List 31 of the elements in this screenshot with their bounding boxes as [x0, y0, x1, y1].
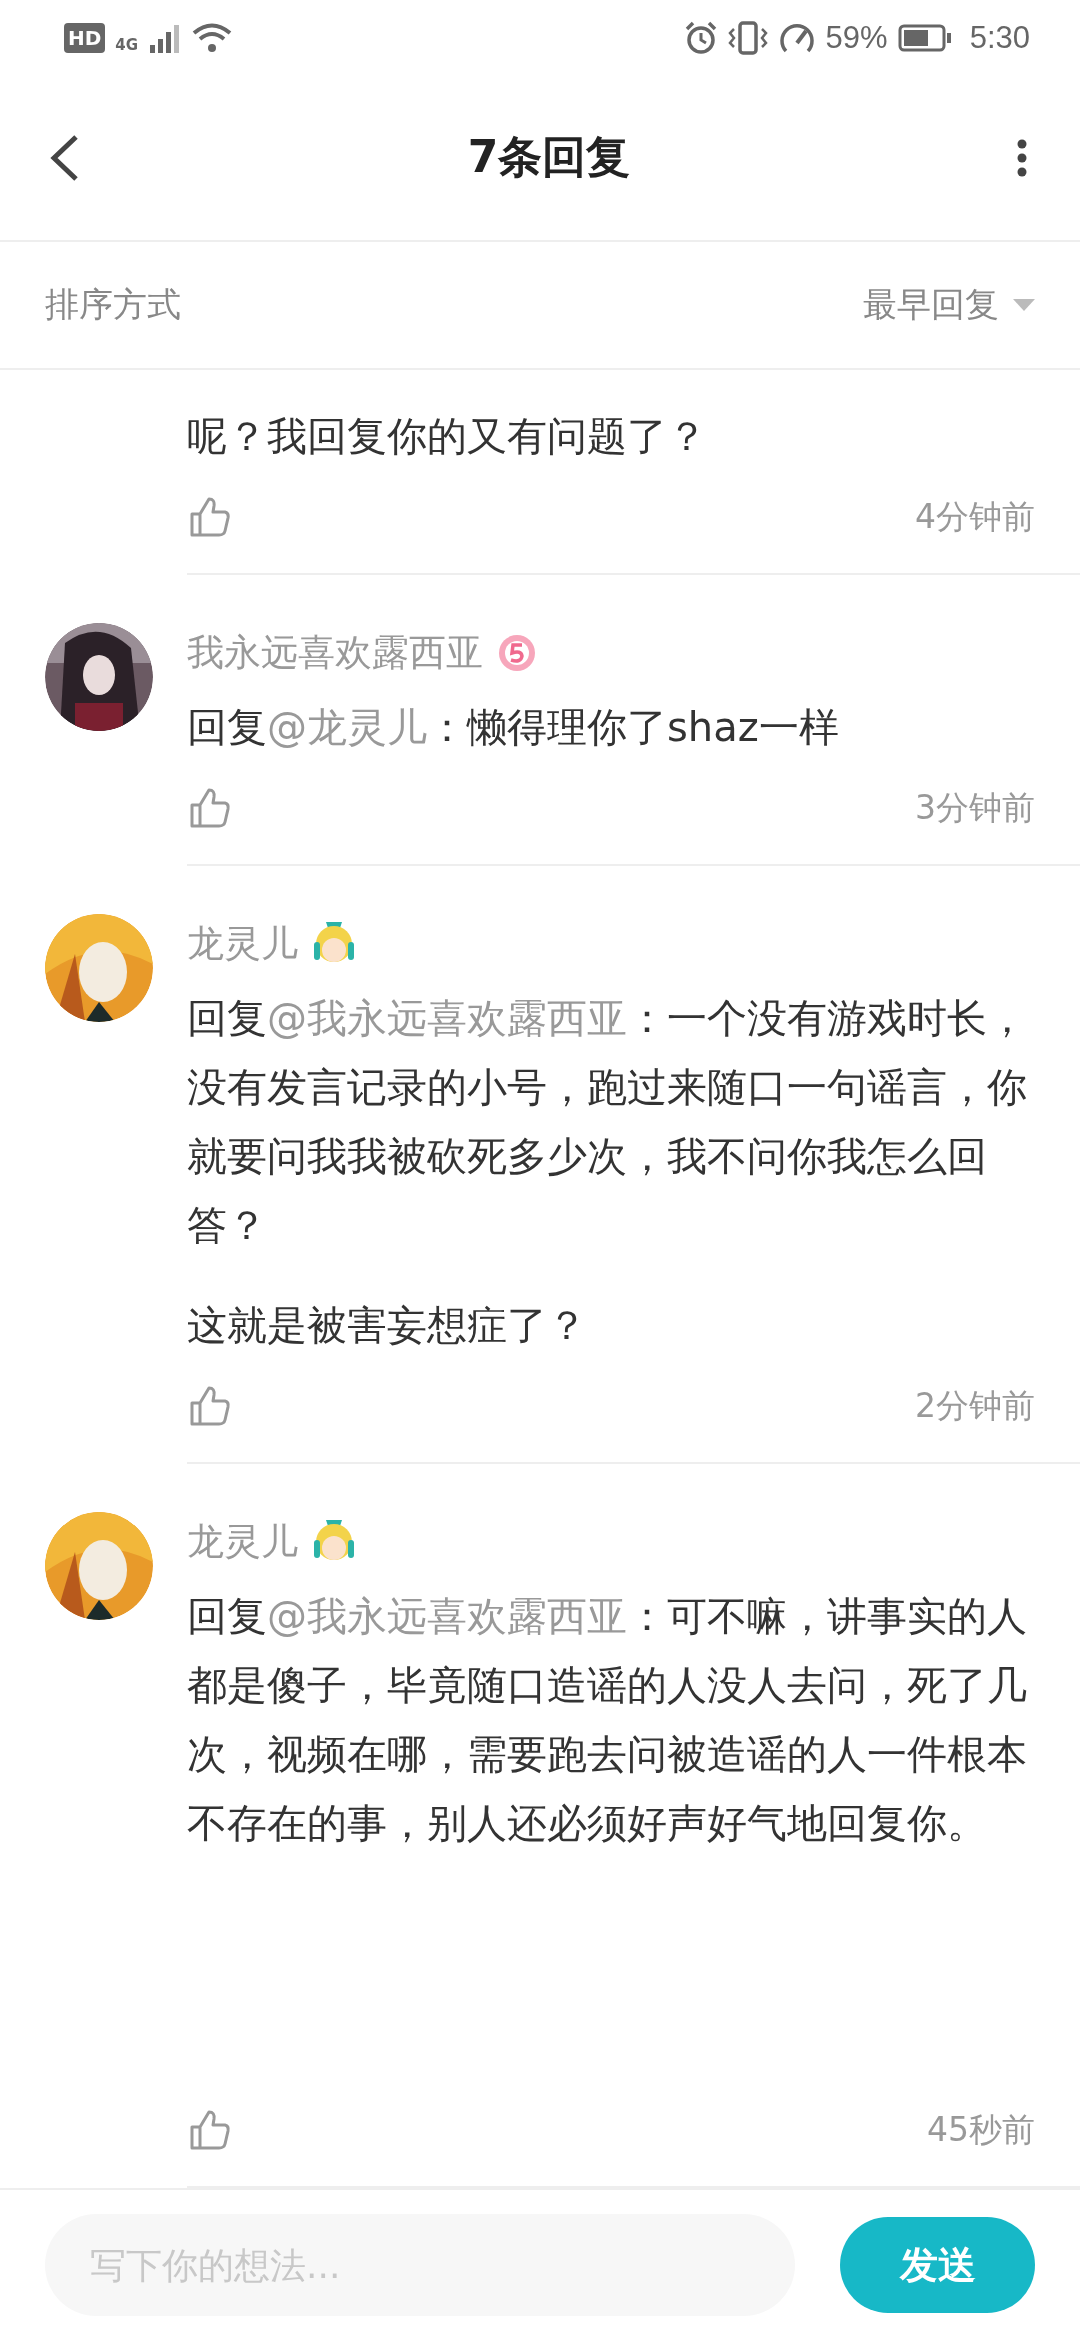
user-name[interactable]: 龙灵儿: [187, 1517, 298, 1567]
thumbs-up-icon[interactable]: [189, 496, 231, 538]
send-button[interactable]: 发送: [840, 2217, 1035, 2313]
battery-icon: [897, 23, 952, 52]
user-name[interactable]: 龙灵儿: [187, 919, 298, 969]
page-title: 7条回复: [467, 130, 631, 184]
reply-text: 呢？我回复你的又有问题了？: [187, 412, 708, 461]
hd-badge: HD: [64, 22, 106, 53]
network-label: 4G: [115, 35, 139, 54]
reply-time: 45秒前: [927, 2108, 1035, 2151]
user-name[interactable]: 我永远喜欢露西亚: [187, 628, 483, 678]
reply-time: 2分钟前: [915, 1384, 1035, 1427]
reply-text: 这就是被害妄想症了？: [187, 1301, 588, 1350]
thumbs-up-icon[interactable]: [189, 2109, 231, 2151]
battery-percent: 59%: [825, 19, 888, 56]
dropdown-caret-icon: [1013, 299, 1035, 311]
sort-label: 排序方式: [45, 283, 181, 326]
sort-dropdown[interactable]: 最早回复: [863, 282, 1035, 328]
level-badge-icon: [497, 633, 537, 673]
thumbs-up-icon[interactable]: [189, 787, 231, 829]
alarm-icon: [683, 20, 718, 55]
reply-time: 4分钟前: [915, 495, 1035, 538]
clock-time: 5:30: [969, 19, 1030, 56]
reply-text: 回复@我永远喜欢露西亚：一个没有游戏时长，没有发言记录的小号，跑过来随口一句谣言，你就要问我我被砍死多少次，我不问你我怎么回答？: [187, 994, 1028, 1250]
reply-text: 回复@我永远喜欢露西亚：可不嘛，讲事实的人都是傻子，毕竟随口造谣的人没人去问，死了几次，视频在哪，需要跑去问被造谣的人一件根本不存在的事，别人还必须好声好气地回复你。: [187, 1592, 1028, 1848]
more-icon[interactable]: [1016, 137, 1028, 178]
thumbs-up-icon[interactable]: [189, 1385, 231, 1427]
vibrate-icon: [727, 20, 768, 55]
reply-text: 回复@龙灵儿：懒得理你了shaz一样: [187, 703, 840, 752]
wifi-icon: [192, 21, 233, 54]
reply-time: 3分钟前: [915, 786, 1035, 829]
